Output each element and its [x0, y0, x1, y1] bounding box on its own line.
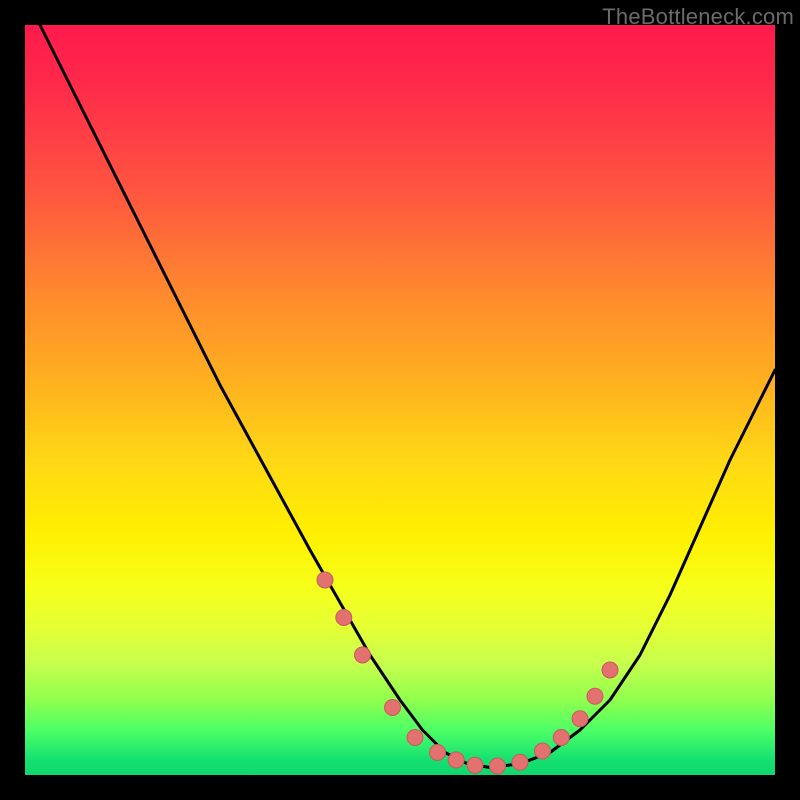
curve-marker [490, 758, 506, 774]
chart-frame: TheBottleneck.com [0, 0, 800, 800]
bottleneck-curve-path [40, 25, 775, 768]
curve-markers [317, 572, 618, 774]
curve-marker [535, 743, 551, 759]
chart-svg [25, 25, 775, 775]
watermark-text: TheBottleneck.com [602, 4, 794, 30]
curve-marker [355, 647, 371, 663]
curve-marker [602, 662, 618, 678]
curve-marker [512, 754, 528, 770]
curve-marker [467, 757, 483, 773]
curve-marker [448, 752, 464, 768]
curve-marker [336, 610, 352, 626]
curve-marker [317, 572, 333, 588]
curve-marker [385, 700, 401, 716]
plot-area [25, 25, 775, 775]
curve-marker [407, 730, 423, 746]
curve-marker [553, 730, 569, 746]
curve-marker [572, 711, 588, 727]
bottleneck-curve [40, 25, 775, 768]
curve-marker [587, 688, 603, 704]
curve-marker [430, 745, 446, 761]
